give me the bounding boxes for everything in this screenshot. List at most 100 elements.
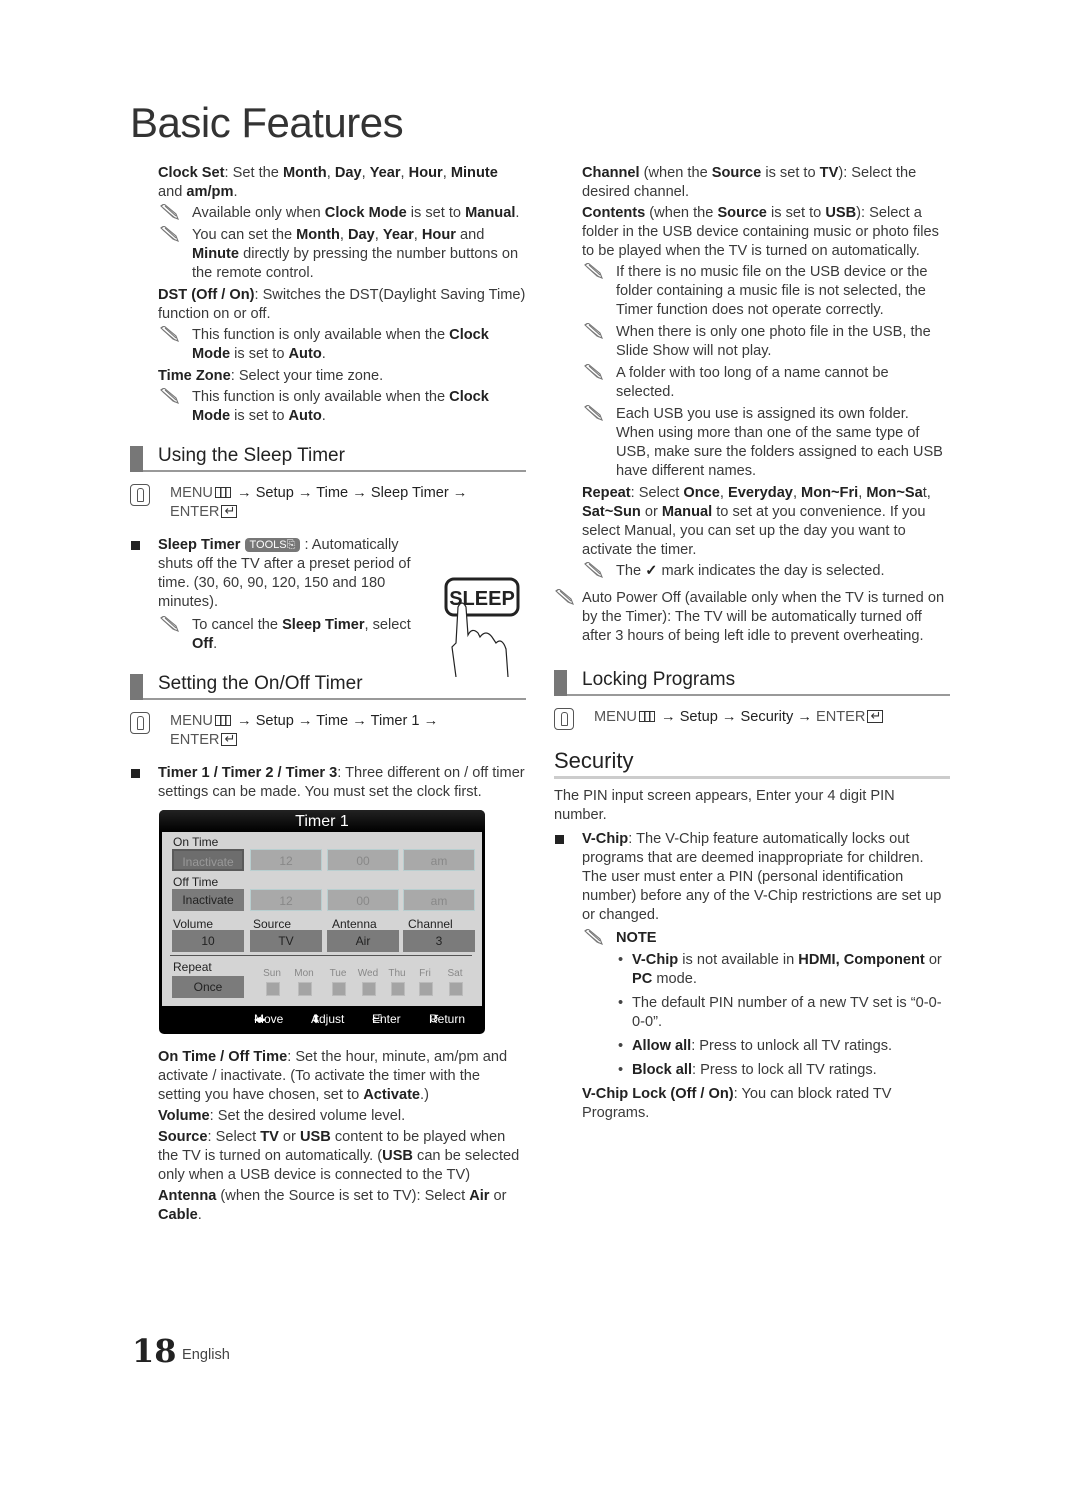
- security-intro: The PIN input screen appears, Enter your…: [554, 788, 895, 823]
- pencil-note-icon: [583, 929, 605, 947]
- pencil-note-icon: [554, 589, 576, 607]
- source-label: Source: [253, 917, 292, 931]
- section-heading-locking-programs: Locking Programs: [554, 664, 950, 696]
- day-tue-checkbox[interactable]: [332, 982, 346, 996]
- pencil-note-icon: [159, 326, 181, 344]
- pencil-note-icon: [583, 562, 605, 580]
- channel-label: Channel: [408, 917, 453, 931]
- off-time-hour[interactable]: 12: [250, 889, 322, 911]
- pencil-note-icon: [159, 226, 181, 244]
- day-fri-checkbox[interactable]: [419, 982, 433, 996]
- off-time-activation[interactable]: Inactivate: [172, 889, 244, 911]
- on-time-minute[interactable]: 00: [327, 849, 399, 871]
- source-paragraph: Source: Select TV or USB content to be p…: [158, 1129, 520, 1183]
- channel-value[interactable]: 3: [403, 930, 475, 952]
- enter-icon: [221, 501, 238, 520]
- bullet-dot: •: [618, 1038, 624, 1054]
- left-column: Clock Set: Set the Month, Day, Year, Hou…: [130, 164, 526, 1227]
- off-time-ampm[interactable]: am: [403, 889, 475, 911]
- bullet-square: [131, 769, 140, 778]
- enter-icon: [221, 729, 238, 748]
- note-item-allow-all: • Allow all: Press to unlock all TV rati…: [618, 1038, 893, 1054]
- section-heading-on-off-timer: Setting the On/Off Timer: [130, 668, 526, 700]
- right-column: Channel (when the Source is set to TV): …: [554, 164, 950, 1125]
- off-time-minute[interactable]: 00: [327, 889, 399, 911]
- day-thu-checkbox[interactable]: [391, 982, 405, 996]
- note-timezone-auto: This function is only available when the…: [130, 388, 526, 426]
- heading-bar: [130, 674, 143, 700]
- off-time-label: Off Time: [173, 875, 219, 889]
- note-clock-mode-manual: Available only when Clock Mode is set to…: [130, 204, 526, 223]
- on-time-ampm[interactable]: am: [403, 849, 475, 871]
- pencil-note-icon: [583, 263, 605, 281]
- on-off-time-paragraph: On Time / Off Time: Set the hour, minute…: [158, 1049, 508, 1103]
- osd-title: Timer 1: [159, 810, 485, 832]
- note-check-mark: The ✓ mark indicates the day is selected…: [554, 562, 950, 581]
- menu-icon: [638, 711, 655, 722]
- day-mon-label: Mon: [294, 968, 314, 979]
- timer-osd-screen: Timer 1 On Time Inactivate 12 00 am Off …: [159, 810, 485, 1034]
- time-zone-paragraph: Time Zone: Select your time zone.: [158, 368, 384, 384]
- vchip-bullet: V-Chip: The V-Chip feature automatically…: [554, 830, 950, 925]
- bullet-dot: •: [618, 995, 624, 1011]
- note-number-buttons: You can set the Month, Day, Year, Hour a…: [130, 226, 526, 283]
- channel-paragraph: Channel (when the Source is set to TV): …: [582, 165, 917, 200]
- menu-icon: [214, 715, 231, 726]
- pencil-note-icon: [583, 405, 605, 423]
- day-sat-checkbox[interactable]: [449, 982, 463, 996]
- note-usb-folder: Each USB you use is assigned its own fol…: [554, 405, 950, 481]
- note-item-default-pin: • The default PIN number of a new TV set…: [618, 995, 942, 1030]
- repeat-paragraph: Repeat: Select Once, Everyday, Mon~Fri, …: [582, 485, 931, 558]
- source-value[interactable]: TV: [250, 930, 322, 952]
- day-mon-checkbox[interactable]: [298, 982, 312, 996]
- sleep-timer-bullet: Sleep Timer TOOLS⎘ : Automatically shuts…: [130, 536, 420, 612]
- day-fri-label: Fri: [419, 968, 431, 979]
- note-one-photo: When there is only one photo file in the…: [554, 323, 950, 361]
- bullet-dot: •: [618, 952, 624, 968]
- day-sat-label: Sat: [447, 968, 463, 979]
- note-item-vchip-availability: • V-Chip is not available in HDMI, Compo…: [618, 952, 942, 987]
- antenna-label: Antenna: [332, 917, 377, 931]
- pencil-note-icon: [583, 323, 605, 341]
- menu-path-timer1: MENU → Setup → Time → Timer 1 → ENTER: [130, 712, 526, 750]
- on-time-activation[interactable]: Inactivate: [172, 849, 244, 871]
- clock-set-paragraph: Clock Set: Set the Month, Day, Year, Hou…: [158, 165, 498, 200]
- note-auto-power-off: Auto Power Off (available only when the …: [554, 589, 950, 646]
- pencil-note-icon: [159, 388, 181, 406]
- on-time-label: On Time: [173, 835, 219, 849]
- day-sun-checkbox[interactable]: [266, 982, 280, 996]
- sleep-button-icon: SLEEP: [444, 577, 520, 677]
- page-number: 18: [132, 1332, 177, 1370]
- page-language: English: [182, 1347, 230, 1363]
- heading-bar: [130, 446, 143, 472]
- pencil-note-icon: [159, 616, 181, 634]
- on-time-hour[interactable]: 12: [250, 849, 322, 871]
- note-item-block-all: • Block all: Press to lock all TV rating…: [618, 1062, 877, 1078]
- day-wed-checkbox[interactable]: [362, 982, 376, 996]
- repeat-value[interactable]: Once: [172, 976, 244, 998]
- tools-icon: TOOLS⎘: [244, 538, 301, 552]
- pencil-note-icon: [583, 364, 605, 382]
- day-sun-label: Sun: [263, 968, 281, 979]
- note-music-file: If there is no music file on the USB dev…: [554, 263, 950, 320]
- antenna-value[interactable]: Air: [327, 930, 399, 952]
- osd-divider: [170, 955, 472, 956]
- osd-body: On Time Inactivate 12 00 am Off Time Ina…: [162, 832, 482, 1006]
- volume-label: Volume: [173, 917, 214, 931]
- section-heading-sleep-timer: Using the Sleep Timer: [130, 440, 526, 472]
- menu-path-sleep-timer: MENU → Setup → Time → Sleep Timer → ENTE…: [130, 484, 526, 522]
- day-thu-label: Thu: [388, 968, 406, 979]
- day-tue-label: Tue: [329, 968, 347, 979]
- repeat-label: Repeat: [173, 960, 212, 974]
- timer-bullet: Timer 1 / Timer 2 / Timer 3: Three diffe…: [130, 764, 526, 802]
- menu-path-security: MENU → Setup → Security → ENTER: [554, 706, 950, 730]
- bullet-square: [131, 541, 140, 550]
- heading-bar: [554, 670, 567, 696]
- day-wed-label: Wed: [357, 968, 379, 979]
- menu-icon: [214, 487, 231, 498]
- pencil-note-icon: [159, 204, 181, 222]
- bullet-dot: •: [618, 1062, 624, 1078]
- volume-value[interactable]: 10: [172, 930, 244, 952]
- note-label: NOTE: [554, 929, 950, 948]
- osd-footer: ◂▸ Move ⬍ Adjust ⏎ Enter ↺ Return: [159, 1006, 485, 1034]
